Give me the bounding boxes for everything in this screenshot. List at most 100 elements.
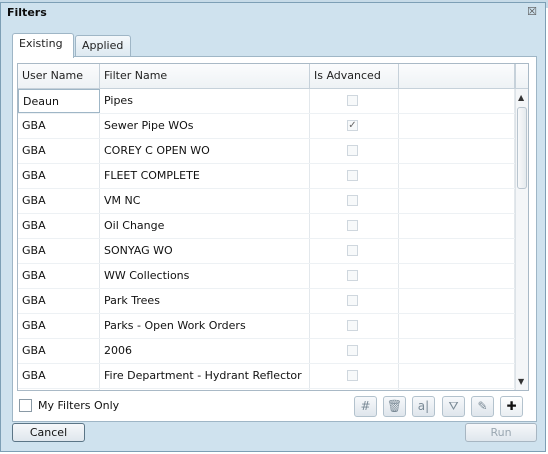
trash-icon: 🗑	[386, 399, 403, 413]
dialog-title: Filters	[7, 6, 47, 19]
filter-name-cell[interactable]: donnac test	[100, 389, 310, 390]
grid-header: User Name Filter Name Is Advanced	[18, 64, 528, 89]
user-name-cell[interactable]: GBA	[18, 389, 100, 390]
is-advanced-cell	[310, 189, 399, 213]
filter-name-cell[interactable]: Pipes	[100, 89, 310, 113]
table-row[interactable]: GBA COREY C OPEN WO	[18, 139, 515, 164]
filler-cell	[399, 264, 515, 288]
filter-name-cell[interactable]: Oil Change	[100, 214, 310, 238]
user-name-cell[interactable]: GBA	[18, 339, 100, 363]
table-row[interactable]: GBA FLEET COMPLETE	[18, 164, 515, 189]
column-header-filter-name[interactable]: Filter Name	[100, 64, 310, 88]
hash-icon: #	[360, 399, 371, 413]
user-name-cell[interactable]: GBA	[18, 164, 100, 188]
table-row[interactable]: GBA Fire Department - Hydrant Reflector	[18, 364, 515, 389]
unchecked-checkbox	[347, 320, 358, 331]
scroll-up-icon[interactable]: ▲	[518, 93, 524, 102]
user-name-cell[interactable]: GBA	[18, 214, 100, 238]
vertical-scrollbar[interactable]: ▲ ▼	[515, 89, 528, 390]
tab-existing[interactable]: Existing	[12, 33, 74, 58]
rename-button[interactable]: a|	[412, 396, 435, 417]
filter-name-cell[interactable]: Sewer Pipe WOs	[100, 114, 310, 138]
filter-name-cell[interactable]: VM NC	[100, 189, 310, 213]
title-bar: Filters ☒	[1, 3, 545, 25]
filler-cell	[399, 339, 515, 363]
edit-button[interactable]: ✎	[471, 396, 494, 417]
filler-cell	[399, 139, 515, 163]
is-advanced-cell	[310, 264, 399, 288]
table-row[interactable]: GBA 2006	[18, 339, 515, 364]
pencil-icon: ✎	[477, 399, 488, 413]
table-row[interactable]: GBA Sewer Pipe WOs ✓	[18, 114, 515, 139]
filter-name-cell[interactable]: SONYAG WO	[100, 239, 310, 263]
unchecked-checkbox	[347, 370, 358, 381]
filter-name-cell[interactable]: Fire Department - Hydrant Reflector	[100, 364, 310, 388]
column-header-is-advanced[interactable]: Is Advanced	[310, 64, 399, 88]
unchecked-checkbox	[347, 170, 358, 181]
is-advanced-cell	[310, 389, 399, 390]
filler-cell	[399, 114, 515, 138]
table-row[interactable]: GBA SONYAG WO	[18, 239, 515, 264]
user-name-cell[interactable]: GBA	[18, 239, 100, 263]
filters-grid: User Name Filter Name Is Advanced Deaun P…	[17, 63, 529, 391]
tab-applied[interactable]: Applied	[75, 35, 131, 56]
table-row[interactable]: GBA WW Collections	[18, 264, 515, 289]
filters-dialog: Filters ☒ Existing Applied User Name Fil…	[0, 2, 546, 452]
unchecked-checkbox	[347, 145, 358, 156]
my-filters-only-checkbox[interactable]	[19, 399, 32, 412]
filter-name-cell[interactable]: WW Collections	[100, 264, 310, 288]
table-row[interactable]: GBA Oil Change	[18, 214, 515, 239]
run-button[interactable]: Run	[465, 423, 537, 442]
filler-cell	[399, 239, 515, 263]
scroll-down-icon[interactable]: ▼	[518, 377, 524, 386]
unchecked-checkbox	[347, 295, 358, 306]
unchecked-checkbox	[347, 270, 358, 281]
filter-name-cell[interactable]: FLEET COMPLETE	[100, 164, 310, 188]
scroll-thumb[interactable]	[517, 107, 527, 189]
user-name-cell[interactable]: GBA	[18, 189, 100, 213]
filter-name-cell[interactable]: 2006	[100, 339, 310, 363]
unchecked-checkbox	[347, 345, 358, 356]
is-advanced-cell	[310, 164, 399, 188]
rename-icon: a|	[417, 399, 430, 413]
filler-cell	[399, 164, 515, 188]
filler-cell	[399, 364, 515, 388]
user-name-cell[interactable]: GBA	[18, 139, 100, 163]
user-name-cell[interactable]: Deaun	[18, 89, 100, 113]
grid-toolbar: My Filters Only # 🗑 a| ⛛ ✎ ✚	[17, 395, 529, 417]
column-header-user-name[interactable]: User Name	[18, 64, 100, 88]
count-button[interactable]: #	[354, 396, 377, 417]
table-row[interactable]: Deaun Pipes	[18, 89, 515, 114]
checkmark-icon: ✓	[348, 120, 357, 131]
tab-panel: User Name Filter Name Is Advanced Deaun P…	[12, 56, 537, 422]
grid-rows: Deaun Pipes GBA Sewer Pipe WOs ✓ GBA COREY C O…	[18, 89, 515, 390]
filter-name-cell[interactable]: Park Trees	[100, 289, 310, 313]
table-row[interactable]: GBA Parks - Open Work Orders	[18, 314, 515, 339]
filter-name-cell[interactable]: COREY C OPEN WO	[100, 139, 310, 163]
my-filters-only-label: My Filters Only	[38, 399, 120, 412]
user-name-cell[interactable]: GBA	[18, 364, 100, 388]
add-button[interactable]: ✚	[500, 396, 523, 417]
filler-cell	[399, 314, 515, 338]
user-name-cell[interactable]: GBA	[18, 314, 100, 338]
delete-button[interactable]: 🗑	[383, 396, 406, 417]
unchecked-checkbox	[347, 245, 358, 256]
is-advanced-cell	[310, 239, 399, 263]
is-advanced-cell	[310, 314, 399, 338]
plus-icon: ✚	[506, 399, 517, 413]
table-row[interactable]: GBA Park Trees	[18, 289, 515, 314]
user-name-cell[interactable]: GBA	[18, 264, 100, 288]
is-advanced-cell	[310, 214, 399, 238]
filter-name-cell[interactable]: Parks - Open Work Orders	[100, 314, 310, 338]
filler-cell	[399, 189, 515, 213]
apply-filter-button[interactable]: ⛛	[442, 396, 465, 417]
cancel-button[interactable]: Cancel	[12, 423, 85, 442]
checked-checkbox: ✓	[347, 120, 358, 131]
user-name-cell[interactable]: GBA	[18, 289, 100, 313]
table-row[interactable]: GBA VM NC	[18, 189, 515, 214]
is-advanced-cell	[310, 364, 399, 388]
user-name-cell[interactable]: GBA	[18, 114, 100, 138]
close-icon[interactable]: ☒	[527, 5, 537, 18]
funnel-icon: ⛛	[448, 399, 459, 413]
table-row[interactable]: GBAdonnac test	[18, 389, 515, 390]
